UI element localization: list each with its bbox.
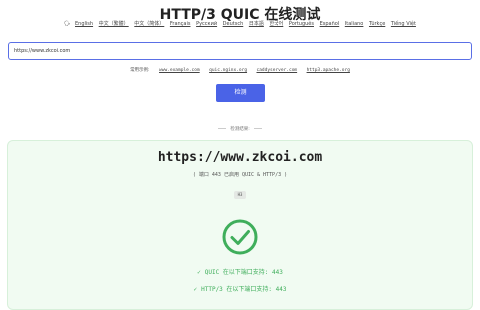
- lang-link[interactable]: Español: [320, 21, 340, 27]
- check-mark-icon: ✓: [197, 269, 201, 276]
- lang-link[interactable]: Türkçe: [369, 21, 385, 27]
- lang-link[interactable]: 中文（繁體）: [99, 21, 129, 27]
- lang-link[interactable]: 日本語: [249, 21, 264, 27]
- example-link[interactable]: www.example.com: [159, 68, 200, 73]
- url-input[interactable]: https://www.zkcoi.com: [8, 42, 472, 60]
- check-circle-icon: [222, 219, 258, 255]
- http3-support-text: HTTP/3 在以下端口支持: 443: [201, 286, 287, 293]
- lang-link[interactable]: 中文（简体）: [134, 21, 164, 27]
- lang-link[interactable]: Français: [170, 21, 191, 27]
- lang-link[interactable]: Italiano: [345, 21, 364, 27]
- examples-label: 常用示例:: [130, 68, 150, 73]
- language-selector: 🗣 English 中文（繁體） 中文（简体） Français Русский…: [0, 20, 480, 27]
- check-mark-icon: ✓: [193, 286, 198, 293]
- result-domain: https://www.zkcoi.com: [157, 150, 323, 165]
- lang-link[interactable]: 한국어: [269, 21, 283, 27]
- lang-link[interactable]: Deutsch: [223, 21, 244, 27]
- lang-link[interactable]: Tiếng Việt: [391, 21, 416, 27]
- example-link[interactable]: http3.apache.org: [307, 68, 350, 73]
- result-section-label: 检测结果:: [0, 126, 480, 132]
- example-link[interactable]: quic.nginx.org: [209, 68, 247, 73]
- detect-button[interactable]: 检测: [216, 84, 265, 102]
- lang-link[interactable]: English: [75, 21, 93, 27]
- h3-badge: H3: [234, 191, 246, 199]
- globe-icon: 🗣: [64, 21, 71, 27]
- example-link[interactable]: caddyserver.com: [256, 68, 297, 73]
- quic-support-line: ✓ QUIC 在以下端口支持: 443: [0, 267, 480, 276]
- lang-link[interactable]: Português: [289, 21, 314, 27]
- http3-support-line: ✓ HTTP/3 在以下端口支持: 443: [0, 284, 480, 293]
- quic-support-text: QUIC 在以下端口支持: 443: [204, 269, 283, 276]
- lang-link[interactable]: Русский: [196, 21, 217, 27]
- examples-row: 常用示例: www.example.com quic.nginx.org cad…: [0, 67, 480, 73]
- port-info: ( 端口 443 已启用 QUIC & HTTP/3 ): [192, 172, 288, 178]
